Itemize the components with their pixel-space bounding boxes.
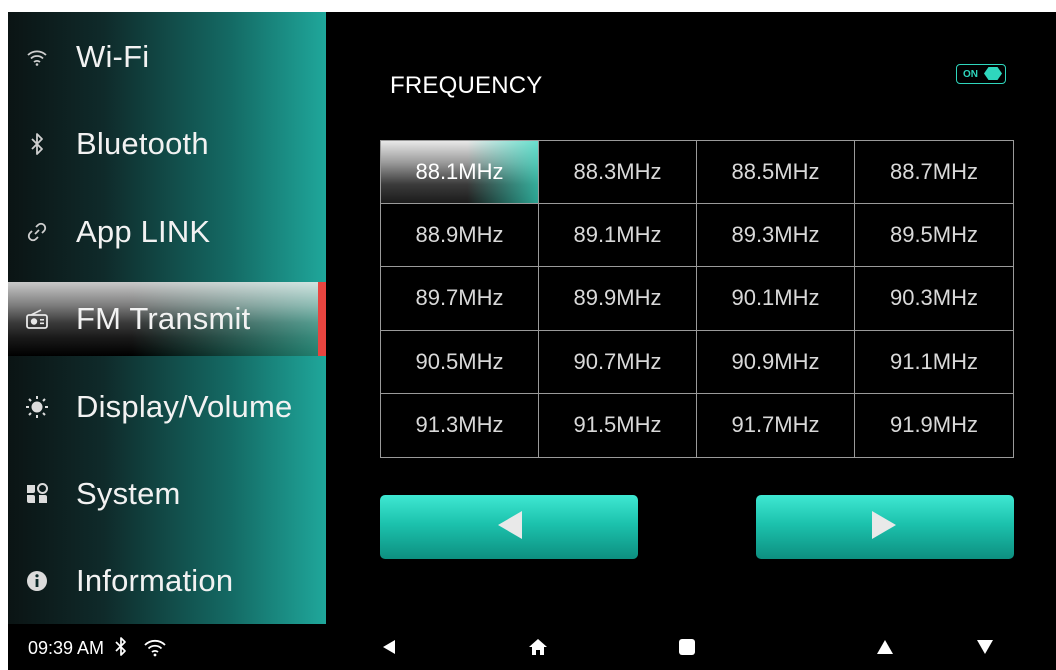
frequency-label: 88.9MHz [415,222,504,248]
frequency-cell[interactable]: 90.3MHz [855,267,1013,331]
frequency-label: 91.1MHz [889,348,979,374]
settings-sidebar: Wi-Fi Bluetooth App LINK FM Transmit Dis… [8,12,326,624]
frequency-label: 89.1MHz [573,222,662,248]
bluetooth-icon [108,634,134,660]
frequency-label: 88.5MHz [731,159,820,185]
fm-toggle-switch[interactable]: ON [956,64,1006,84]
frequency-label: 89.9MHz [573,285,662,311]
sidebar-item-bluetooth[interactable]: Bluetooth [8,107,326,181]
frequency-cell[interactable]: 89.3MHz [697,204,855,268]
frequency-label: 90.3MHz [889,285,979,311]
frequency-cell[interactable]: 88.9MHz [381,204,539,268]
frequency-cell[interactable]: 89.7MHz [381,267,539,331]
sidebar-item-wifi[interactable]: Wi-Fi [8,20,326,94]
frequency-cell[interactable]: 90.5MHz [381,330,539,394]
frequency-label: 91.9MHz [889,412,979,438]
frequency-cell[interactable]: 90.1MHz [697,267,855,331]
frequency-grid: 88.1MHz 88.3MHz 88.5MHz 88.7MHz 88.9MHz 89.1M… [380,140,1014,458]
sidebar-item-label: System [76,476,181,511]
previous-frequency-button[interactable] [380,495,638,559]
link-icon [24,219,50,245]
screen: Wi-Fi Bluetooth App LINK FM Transmit Dis… [8,12,1056,670]
volume-down-icon[interactable] [970,634,1000,660]
frequency-cell[interactable]: 89.9MHz [539,267,697,331]
status-bar: 09:39 AM [8,624,1056,670]
frequency-cell[interactable]: 88.3MHz [539,141,697,205]
radio-icon [24,306,50,332]
frequency-label: 89.5MHz [889,222,979,248]
frequency-label: 89.3MHz [731,222,820,248]
sidebar-item-system[interactable]: System [8,457,326,531]
frequency-cell[interactable]: 88.7MHz [855,141,1013,205]
frequency-cell[interactable]: 91.5MHz [539,393,697,457]
frequency-cell[interactable]: 91.1MHz [855,331,1013,394]
frequency-label: 91.3MHz [415,412,504,438]
triangle-right-icon [870,509,900,546]
frequency-cell[interactable]: 89.1MHz [539,204,697,268]
sidebar-item-information[interactable]: Information [8,544,326,618]
brightness-icon [24,394,50,420]
sidebar-item-label: Information [76,563,234,598]
triangle-left-icon [494,509,524,546]
frequency-cell[interactable]: 88.1MHz [381,141,539,205]
frequency-cell[interactable]: 91.9MHz [855,394,1013,457]
bluetooth-icon [24,131,50,157]
frequency-label: 88.1MHz [415,159,504,185]
recent-apps-icon[interactable] [672,634,702,660]
sidebar-item-app-link[interactable]: App LINK [8,195,326,269]
back-icon[interactable] [374,634,404,660]
sidebar-item-fm-transmit[interactable]: FM Transmit [8,282,326,356]
frequency-label: 90.7MHz [573,348,662,374]
sidebar-item-label: Display/Volume [76,389,293,424]
frequency-cell[interactable]: 91.3MHz [381,393,539,457]
sidebar-item-label: App LINK [76,214,211,249]
frequency-label: 91.5MHz [573,412,662,438]
page-title: FREQUENCY [390,72,543,99]
frequency-label: 88.3MHz [573,159,662,185]
frequency-label: 91.7MHz [731,412,820,438]
frequency-label: 90.9MHz [731,348,820,374]
active-indicator [318,282,326,356]
frequency-cell[interactable]: 90.9MHz [697,330,855,394]
wifi-icon [24,44,50,70]
system-icon [24,481,50,507]
sidebar-item-label: Wi-Fi [76,39,150,74]
info-icon [24,568,50,594]
toggle-knob [984,67,1002,80]
volume-up-icon[interactable] [870,634,900,660]
wifi-icon [142,634,168,660]
frequency-cell[interactable]: 88.5MHz [697,141,855,205]
frequency-cell[interactable]: 89.5MHz [855,204,1013,268]
next-frequency-button[interactable] [756,495,1014,559]
frequency-label: 88.7MHz [889,159,979,185]
sidebar-item-label: Bluetooth [76,126,209,161]
frequency-label: 89.7MHz [415,285,504,311]
frequency-cell[interactable]: 91.7MHz [697,393,855,457]
frequency-label: 90.5MHz [415,348,504,374]
sidebar-item-display-volume[interactable]: Display/Volume [8,370,326,444]
home-icon[interactable] [523,634,553,660]
sidebar-item-label: FM Transmit [76,301,251,336]
clock: 09:39 AM [28,638,105,658]
toggle-label: ON [963,68,978,80]
frequency-label: 90.1MHz [731,285,820,311]
frequency-cell[interactable]: 90.7MHz [539,330,697,394]
